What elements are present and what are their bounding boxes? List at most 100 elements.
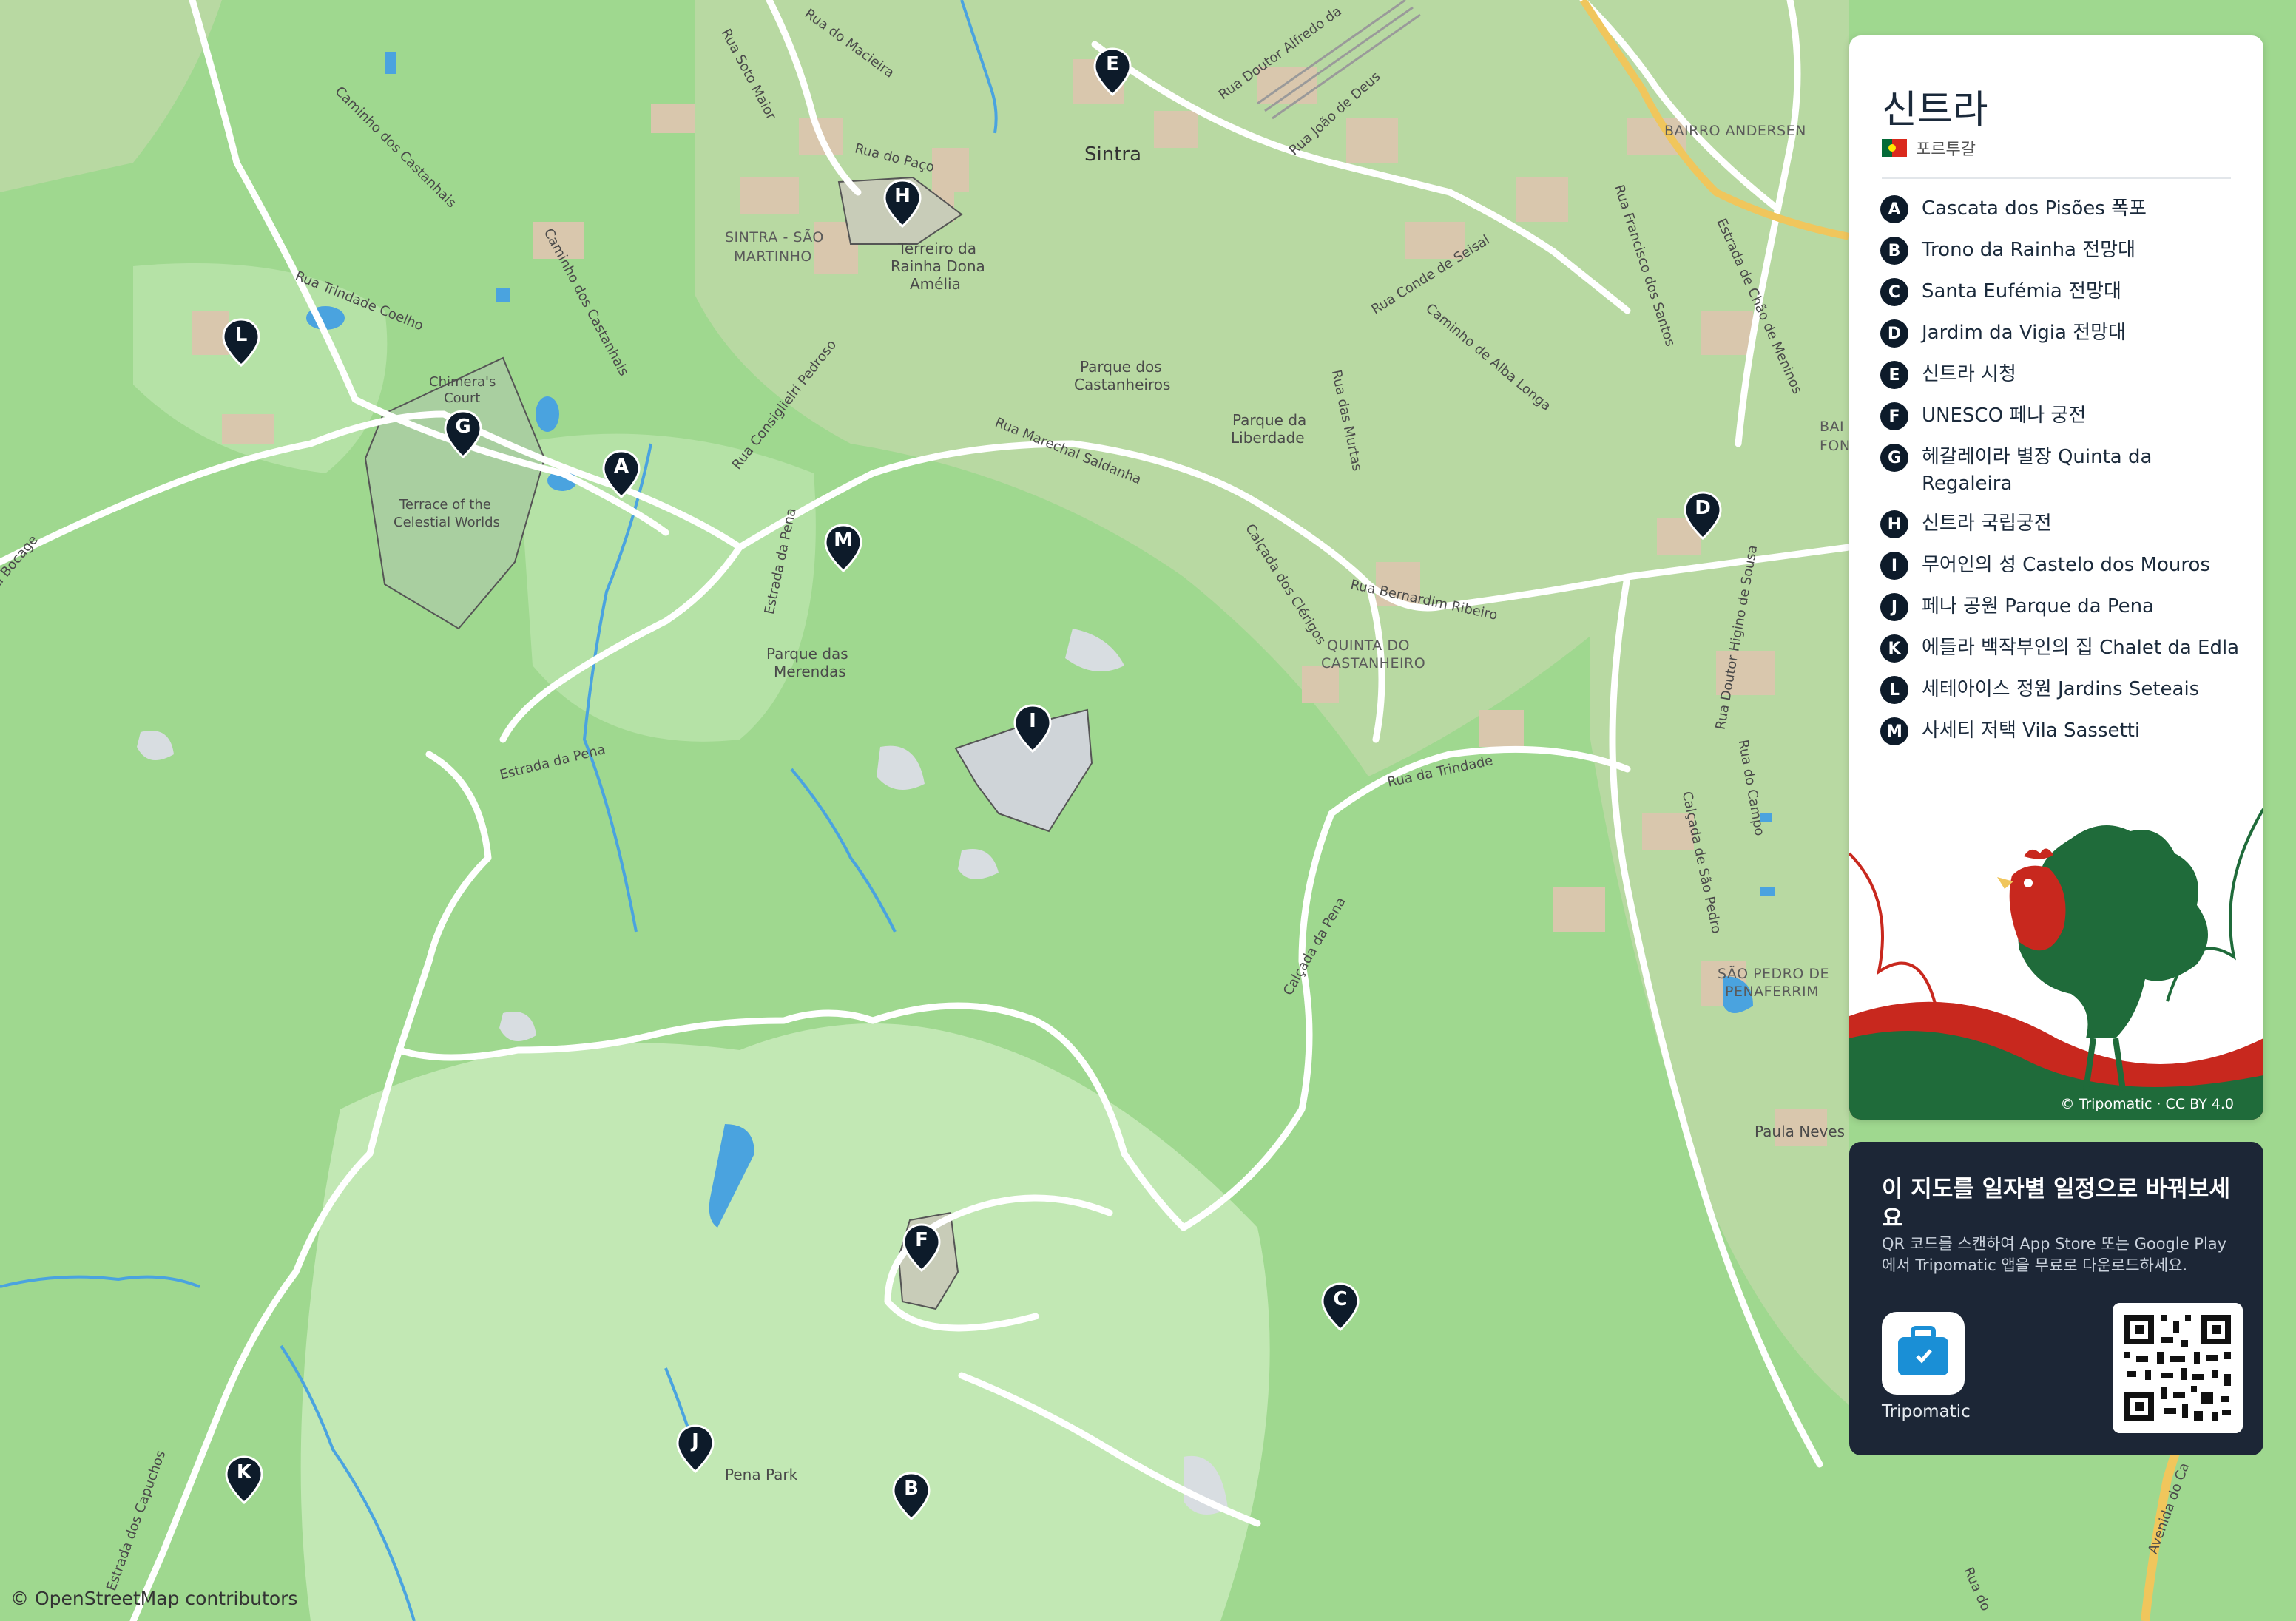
legend-badge: E [1880,361,1908,389]
legend-badge: I [1880,552,1908,580]
map-label-liberdade-2: Liberdade [1231,429,1305,447]
marker-letter: F [915,1229,928,1251]
legend-item[interactable]: D Jardim da Vigia 전망대 [1880,319,2243,348]
map-label-terrace: Terrace of the [399,497,491,512]
marker-c[interactable]: C [1321,1282,1360,1331]
map-label-terreiro-3: Amélia [910,275,961,293]
app-icon-button[interactable] [1882,1312,1965,1395]
legend-item-label: 무어인의 성 Castelo dos Mouros [1922,554,2210,576]
legend-item[interactable]: J 페나 공원 Parque da Pena [1880,593,2243,621]
map-label-sao-martinho-2: MARTINHO [734,248,812,265]
map-attribution[interactable]: © OpenStreetMap contributors [10,1588,297,1609]
legend-title: 신트라 [1882,88,1988,132]
map-label-terrace-2: Celestial Worlds [394,515,500,530]
map-label-liberdade: Parque da [1232,411,1307,429]
map-label-sao-pedro: SÃO PEDRO DE [1718,966,1829,982]
promo-text: QR 코드를 스캔하여 App Store 또는 Google Play에서 T… [1882,1235,2227,1274]
map-label-terreiro-2: Rainha Dona [891,257,985,275]
legend-item-label: Cascata dos Pisões 폭포 [1922,197,2147,220]
map-label-merendas-2: Merendas [774,663,846,680]
legend-item-label: 신트라 국립궁전 [1922,512,2052,535]
legend-item-label: 사세티 저택 Vila Sassetti [1922,720,2141,742]
map-label-sao-martinho: SINTRA - SÃO [725,229,824,246]
marker-m[interactable]: M [824,524,862,572]
legend-item-label: Jardim da Vigia 전망대 [1922,322,2126,344]
suitcase-icon [1898,1326,1948,1375]
legend-item-label: UNESCO 페나 궁전 [1922,405,2087,427]
marker-h[interactable]: H [883,179,922,228]
map-label-chimera-2: Court [444,390,481,406]
legend-item[interactable]: A Cascata dos Pisões 폭포 [1880,195,2243,223]
map-label-bairro: BAIRRO ANDERSEN [1664,123,1806,139]
marker-letter: K [236,1461,252,1483]
marker-j[interactable]: J [676,1424,715,1473]
legend-badge: L [1880,676,1908,704]
qr-code-icon[interactable] [2113,1303,2243,1433]
map-label-sintra: Sintra [1084,143,1142,166]
legend-item-label: 페나 공원 Parque da Pena [1922,595,2154,617]
portugal-flag-icon [1882,139,1907,157]
marker-letter: G [455,416,471,438]
map-label-castanheiros: Parque dos [1080,358,1162,376]
marker-f[interactable]: F [902,1223,941,1272]
map-label-pena-park: Pena Park [725,1466,798,1483]
legend-item[interactable]: B Trono da Rainha 전망대 [1880,237,2243,265]
legend-item-label: 에들라 백작부인의 집 Chalet da Edla [1922,637,2240,659]
marker-letter: M [834,529,853,552]
legend-item-label: Trono da Rainha 전망대 [1922,239,2136,261]
marker-g[interactable]: G [444,410,482,458]
legend-badge: B [1880,237,1908,265]
marker-i[interactable]: I [1013,704,1052,753]
legend-item[interactable]: G 헤갈레이라 별장 Quinta da Regaleira [1880,444,2243,497]
legend-item-label: Santa Eufémia 전망대 [1922,280,2121,302]
marker-e[interactable]: E [1093,47,1132,96]
legend-badge: C [1880,278,1908,306]
marker-letter: D [1695,497,1711,519]
marker-l[interactable]: L [222,318,260,367]
map-label-paula-neves: Paula Neves [1755,1123,1846,1140]
marker-letter: L [234,324,248,346]
legend-badge: D [1880,319,1908,348]
legend-item-label: 신트라 시청 [1922,363,2016,385]
marker-d[interactable]: D [1684,491,1722,540]
legend-item[interactable]: K 에들라 백작부인의 집 Chalet da Edla [1880,634,2243,663]
legend-item[interactable]: C Santa Eufémia 전망대 [1880,278,2243,306]
map-label-fon: FON [1820,438,1851,454]
marker-k[interactable]: K [225,1455,263,1504]
legend-item[interactable]: F UNESCO 페나 궁전 [1880,402,2243,430]
marker-letter: A [613,456,629,478]
marker-b[interactable]: B [892,1472,931,1520]
marker-letter: E [1106,53,1119,75]
legend-divider [1882,177,2231,179]
illustration-credit[interactable]: © Tripomatic · CC BY 4.0 [2060,1096,2234,1112]
legend-list: A Cascata dos Pisões 폭포 B Trono da Rainha … [1880,195,2243,759]
legend-badge: J [1880,593,1908,621]
map-label-bai: BAI [1820,419,1845,435]
legend-item[interactable]: E 신트라 시청 [1880,361,2243,389]
map-label-castanheiros-2: Castanheiros [1074,376,1171,393]
legend-item[interactable]: H 신트라 국립궁전 [1880,510,2243,538]
map-label-quinta-2: CASTANHEIRO [1321,655,1426,671]
legend-badge: G [1880,444,1908,472]
map-label-chimera: Chimera's [429,374,496,390]
marker-a[interactable]: A [602,450,641,498]
legend-badge: M [1880,717,1908,745]
legend-item[interactable]: M 사세티 저택 Vila Sassetti [1880,717,2243,745]
map-label-quinta: QUINTA DO [1327,637,1410,654]
promo-panel: 이 지도를 일자별 일정으로 바꿔보세요 QR 코드를 스캔하여 App Sto… [1849,1142,2263,1455]
legend-badge: K [1880,634,1908,663]
country-name: 포르투갈 [1916,141,1976,159]
legend-badge: A [1880,195,1908,223]
map-label-merendas: Parque das [766,645,848,663]
marker-letter: C [1333,1288,1348,1310]
legend-panel: 신트라 포르투갈 A Cascata dos Pisões 폭포 B Trono d… [1849,35,2263,1120]
legend-item[interactable]: L 세테아이스 정원 Jardins Seteais [1880,676,2243,704]
marker-letter: H [894,185,911,207]
legend-item[interactable]: I 무어인의 성 Castelo dos Mouros [1880,552,2243,580]
promo-title: 이 지도를 일자별 일정으로 바꿔보세요 [1882,1176,2230,1232]
rooster-illustration [1849,794,2263,1120]
legend-country: 포르투갈 [1882,136,1976,160]
app-name: Tripomatic [1882,1402,1971,1421]
legend-item-label: 세테아이스 정원 Jardins Seteais [1922,678,2200,700]
marker-letter: J [692,1430,699,1452]
